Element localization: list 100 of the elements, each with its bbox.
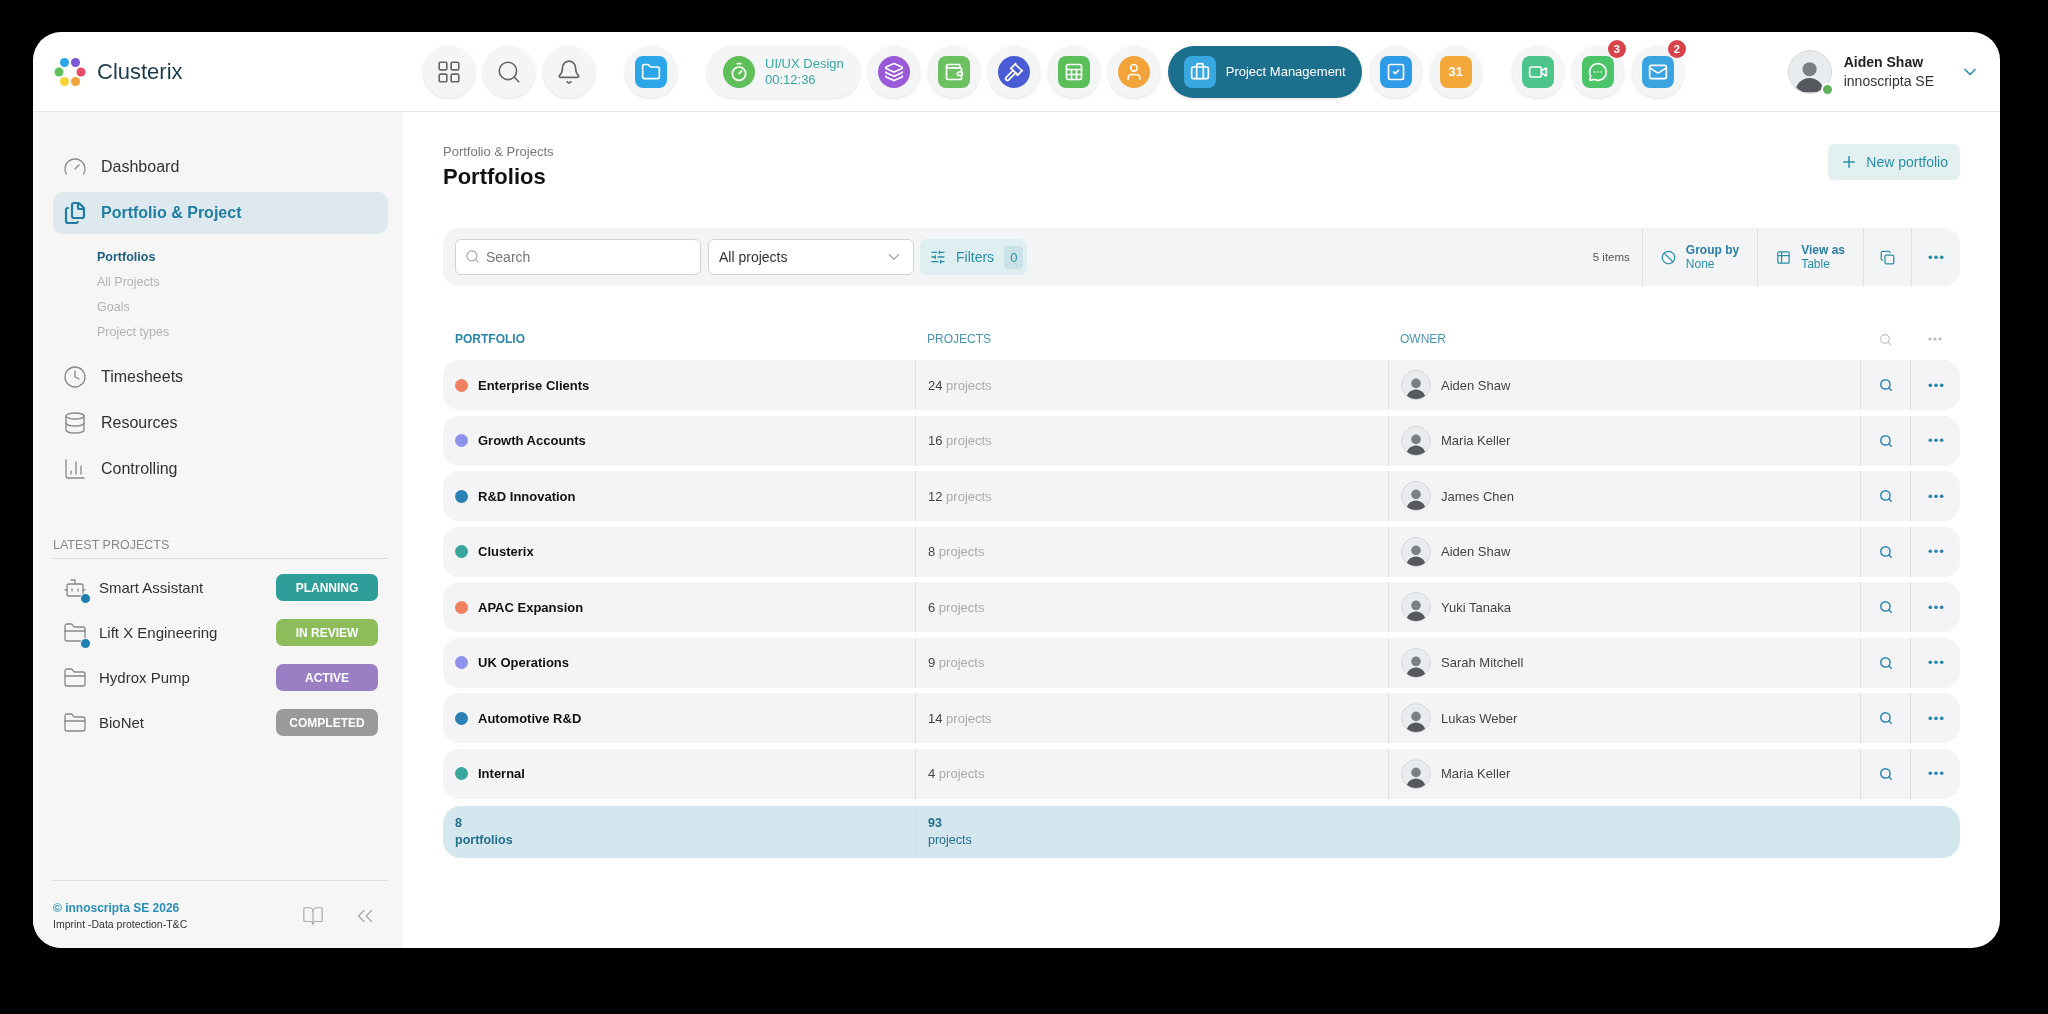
app-button[interactable] (987, 45, 1040, 98)
status-badge: PLANNING (276, 574, 378, 601)
portfolio-name[interactable]: UK Operations (478, 655, 569, 670)
portfolio-name[interactable]: Internal (478, 766, 525, 781)
apps-icon (436, 58, 462, 85)
footer-links[interactable]: Imprint -Data protection-T&C (53, 918, 302, 930)
search-icon (1878, 655, 1893, 670)
user-icon (1117, 55, 1150, 88)
sidebar-item[interactable]: Controlling (53, 448, 388, 490)
sidebar-item[interactable]: Timesheets (53, 356, 388, 398)
group-by-button[interactable]: Group by None (1641, 228, 1758, 286)
project-count: 12 projects (928, 488, 992, 504)
column-header[interactable]: PORTFOLIO (443, 332, 915, 346)
sheet-icon (1057, 55, 1090, 88)
files-icon (63, 201, 87, 225)
copyright: © innoscripta SE 2026 (53, 901, 181, 915)
avatar (1401, 703, 1431, 733)
section-title: LATEST PROJECTS (53, 538, 388, 559)
item-count: 5 items (1592, 251, 1631, 263)
owner-name: Maria Keller (1441, 766, 1511, 781)
sidebar-item[interactable]: Dashboard (53, 146, 388, 188)
timer-icon (723, 55, 755, 88)
avatar (1401, 647, 1431, 678)
more-icon (1927, 604, 1944, 610)
app-button[interactable] (1571, 45, 1624, 98)
project-name[interactable]: Lift X Engineering (99, 624, 264, 641)
portfolio-name[interactable]: Growth Accounts (478, 433, 586, 448)
breadcrumb[interactable]: Portfolio & Projects (443, 144, 554, 159)
owner-name: Aiden Shaw (1441, 377, 1511, 393)
search-icon (1878, 544, 1893, 559)
total-label: projects (928, 832, 972, 849)
database-icon (63, 411, 87, 435)
portfolio-name[interactable]: Clusterix (478, 544, 534, 559)
owner-name: Sarah Mitchell (1441, 655, 1524, 670)
brand-name: Clusterix (97, 58, 183, 85)
avatar (1401, 536, 1431, 567)
column-header[interactable]: OWNER (1388, 332, 1860, 346)
search-icon (1878, 766, 1893, 781)
more-icon (1927, 382, 1944, 388)
user-name: Aiden Shaw (1843, 54, 1925, 70)
company-name: innoscripta SE (1843, 73, 1934, 89)
owner-name: Yuki Tanaka (1441, 599, 1511, 615)
app-button[interactable] (1369, 45, 1422, 98)
more-icon (1927, 493, 1944, 499)
portfolio-name[interactable]: R&D Innovation (478, 488, 576, 504)
project-name[interactable]: Hydrox Pump (99, 669, 264, 686)
gavel-icon (997, 55, 1030, 88)
clock-icon (63, 365, 87, 389)
project-name[interactable]: BioNet (99, 714, 264, 731)
copy-icon (1880, 249, 1895, 265)
project-count: 4 projects (928, 766, 985, 781)
portfolio-name[interactable]: APAC Expansion (478, 599, 584, 615)
portfolio-total: 8 (455, 815, 463, 832)
owner-name: James Chen (1441, 488, 1514, 504)
search-icon (465, 249, 480, 264)
total-label: portfolios (455, 832, 513, 849)
app-button[interactable] (483, 45, 535, 98)
search-icon (1878, 433, 1893, 448)
check-icon (1379, 55, 1412, 88)
search-field[interactable]: Search (455, 239, 701, 275)
page-title: Portfolios (443, 164, 547, 190)
app-button[interactable] (625, 45, 677, 98)
search-icon (1878, 711, 1893, 725)
portfolio-name[interactable]: Enterprise Clients (478, 377, 590, 393)
bell-icon (556, 58, 582, 85)
more-icon (1927, 771, 1944, 776)
sidebar-subitem[interactable]: Portfolios (97, 248, 156, 267)
more-icon[interactable] (1928, 337, 1942, 341)
app-button[interactable] (423, 45, 475, 98)
calendar-icon: 31 (1439, 55, 1472, 88)
app-button[interactable]: Project Management (1167, 45, 1362, 98)
search-icon (1878, 600, 1893, 614)
search-icon (496, 58, 522, 85)
table-icon (1776, 249, 1792, 265)
portfolio-name[interactable]: Automotive R&D (478, 710, 582, 726)
project-count: 16 projects (928, 433, 992, 448)
view-as-button[interactable]: View as Table (1757, 228, 1863, 286)
help-icon[interactable] (302, 904, 324, 927)
avatar (1401, 592, 1431, 622)
projects-dropdown[interactable]: All projects (708, 239, 914, 275)
search-icon[interactable] (1878, 332, 1892, 346)
avatar (1401, 370, 1431, 400)
search-icon (1878, 489, 1893, 503)
app-button[interactable] (867, 45, 920, 98)
more-icon (1927, 715, 1944, 721)
project-count: 9 projects (928, 655, 985, 670)
avatar (1401, 425, 1431, 456)
avatar (1401, 758, 1431, 789)
more-icon (1928, 254, 1944, 260)
project-name[interactable]: Smart Assistant (99, 579, 264, 596)
more-icon (1927, 660, 1944, 665)
wallet-icon (937, 55, 970, 88)
bar-chart-icon (63, 457, 87, 481)
sliders-icon (930, 249, 946, 265)
mail-icon (1641, 55, 1674, 88)
app-button[interactable] (1631, 45, 1684, 98)
notification-badge: 3 (1607, 39, 1626, 58)
app-button[interactable] (543, 45, 595, 98)
sidebar-item[interactable]: Resources (53, 402, 388, 444)
sidebar-item[interactable]: Portfolio & Project (53, 192, 388, 234)
